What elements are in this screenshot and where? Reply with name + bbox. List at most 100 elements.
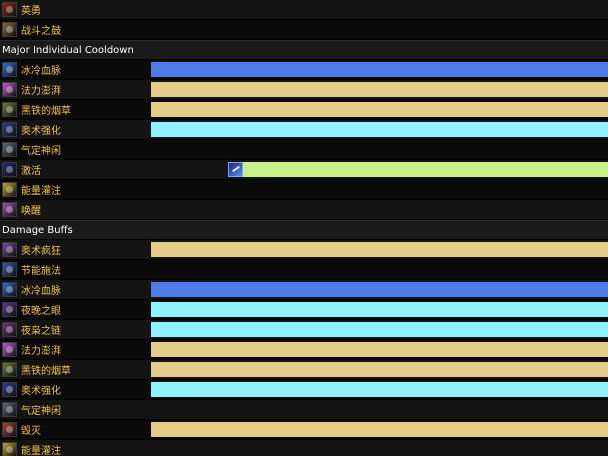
timeline-row: 英勇 <box>0 0 608 19</box>
row-label: 奥术强化 <box>0 380 151 399</box>
row-label: 奥术强化 <box>0 120 151 139</box>
arcane-power-icon <box>2 382 17 397</box>
timeline-row: 战斗之鼓 <box>0 20 608 39</box>
destruction-icon <box>2 422 17 437</box>
timeline-row: 夜枭之链 <box>0 320 608 339</box>
timeline-row: 毁灭 <box>0 420 608 439</box>
power-infusion-icon <box>2 442 17 456</box>
eye-of-the-night-icon <box>2 302 17 317</box>
dark-iron-tobacco-icon <box>2 102 17 117</box>
power-surge-icon <box>2 342 17 357</box>
presence-of-mind-icon <box>2 402 17 417</box>
buff-duration-bar <box>151 282 608 297</box>
ability-name: 黑铁的烟草 <box>21 106 71 117</box>
timeline-track <box>151 302 608 317</box>
timeline-row: 气定神闲 <box>0 400 608 419</box>
row-label: 能量灌注 <box>0 440 151 456</box>
ability-name: 气定神闲 <box>21 146 61 157</box>
chain-of-the-twilight-owl-icon <box>2 322 17 337</box>
ability-name: 气定神闲 <box>21 406 61 417</box>
row-label: 毁灭 <box>0 420 151 439</box>
buff-duration-bar <box>151 422 608 437</box>
buff-duration-bar <box>151 322 608 337</box>
row-label: 唤醒 <box>0 200 151 219</box>
ability-name: 夜晚之眼 <box>21 306 61 317</box>
row-label: 气定神闲 <box>0 140 151 159</box>
timeline-row: 黑铁的烟草 <box>0 360 608 379</box>
innervate-icon <box>228 162 244 177</box>
timeline-track <box>151 162 608 177</box>
row-label: 夜晚之眼 <box>0 300 151 319</box>
ability-name: 奥术强化 <box>21 386 61 397</box>
buff-duration-bar <box>151 342 608 357</box>
ability-name: 奥术疯狂 <box>21 246 61 257</box>
timeline-row: 唤醒 <box>0 200 608 219</box>
timeline-track <box>151 322 608 337</box>
timeline-track <box>151 362 608 377</box>
buff-duration-bar <box>151 242 608 257</box>
row-label: 激活 <box>0 160 151 179</box>
timeline-track <box>151 422 608 437</box>
row-label: 战斗之鼓 <box>0 20 151 39</box>
arcane-power-icon <box>2 122 17 137</box>
section-title: Damage Buffs <box>2 225 73 236</box>
row-label: 黑铁的烟草 <box>0 360 151 379</box>
arcane-madness-icon <box>2 242 17 257</box>
ability-name: 冰冷血脉 <box>21 66 61 77</box>
row-label: 黑铁的烟草 <box>0 100 151 119</box>
timeline-row: 能量灌注 <box>0 180 608 199</box>
buff-duration-bar <box>243 162 608 177</box>
timeline-track <box>151 82 608 97</box>
row-label: Damage Buffs <box>0 221 608 239</box>
timeline-track <box>151 282 608 297</box>
ability-name: 黑铁的烟草 <box>21 366 71 377</box>
row-label: Major Individual Cooldown <box>0 41 608 59</box>
ability-name: 法力澎湃 <box>21 346 61 357</box>
dark-iron-tobacco-icon <box>2 362 17 377</box>
heroism-icon <box>2 2 17 17</box>
power-surge-icon <box>2 82 17 97</box>
presence-of-mind-icon <box>2 142 17 157</box>
icy-veins-icon <box>2 62 17 77</box>
row-label: 冰冷血脉 <box>0 60 151 79</box>
timeline-track <box>151 102 608 117</box>
row-label: 夜枭之链 <box>0 320 151 339</box>
row-label: 法力澎湃 <box>0 340 151 359</box>
buff-duration-bar <box>151 82 608 97</box>
buff-duration-bar <box>151 382 608 397</box>
ability-name: 奥术强化 <box>21 126 61 137</box>
section-title: Major Individual Cooldown <box>2 45 134 56</box>
power-infusion-icon <box>2 182 17 197</box>
buff-duration-bar <box>151 122 608 137</box>
ability-name: 能量灌注 <box>21 186 61 197</box>
timeline-row: 激活 <box>0 160 608 179</box>
buff-duration-bar <box>151 362 608 377</box>
row-label: 冰冷血脉 <box>0 280 151 299</box>
timeline-track <box>151 382 608 397</box>
timeline-track <box>151 242 608 257</box>
ability-name: 夜枭之链 <box>21 326 61 337</box>
timeline-row: 法力澎湃 <box>0 340 608 359</box>
row-label: 英勇 <box>0 0 151 19</box>
timeline-row: 奥术疯狂 <box>0 240 608 259</box>
row-label: 能量灌注 <box>0 180 151 199</box>
timeline-row: 黑铁的烟草 <box>0 100 608 119</box>
ability-name: 战斗之鼓 <box>21 26 61 37</box>
buff-duration-bar <box>151 302 608 317</box>
section-header: Damage Buffs <box>0 220 608 239</box>
ability-name: 英勇 <box>21 6 41 17</box>
buff-duration-bar <box>151 102 608 117</box>
timeline-row: 冰冷血脉 <box>0 60 608 79</box>
ability-name: 冰冷血脉 <box>21 286 61 297</box>
timeline-track <box>151 62 608 77</box>
timeline-row: 法力澎湃 <box>0 80 608 99</box>
icy-veins-icon <box>2 282 17 297</box>
ability-name: 能量灌注 <box>21 446 61 456</box>
row-label: 节能施法 <box>0 260 151 279</box>
timeline-row: 夜晚之眼 <box>0 300 608 319</box>
war-drums-icon <box>2 22 17 37</box>
timeline-track <box>151 122 608 137</box>
timeline-row: 奥术强化 <box>0 380 608 399</box>
timeline-row: 能量灌注 <box>0 440 608 456</box>
clearcasting-icon <box>2 262 17 277</box>
